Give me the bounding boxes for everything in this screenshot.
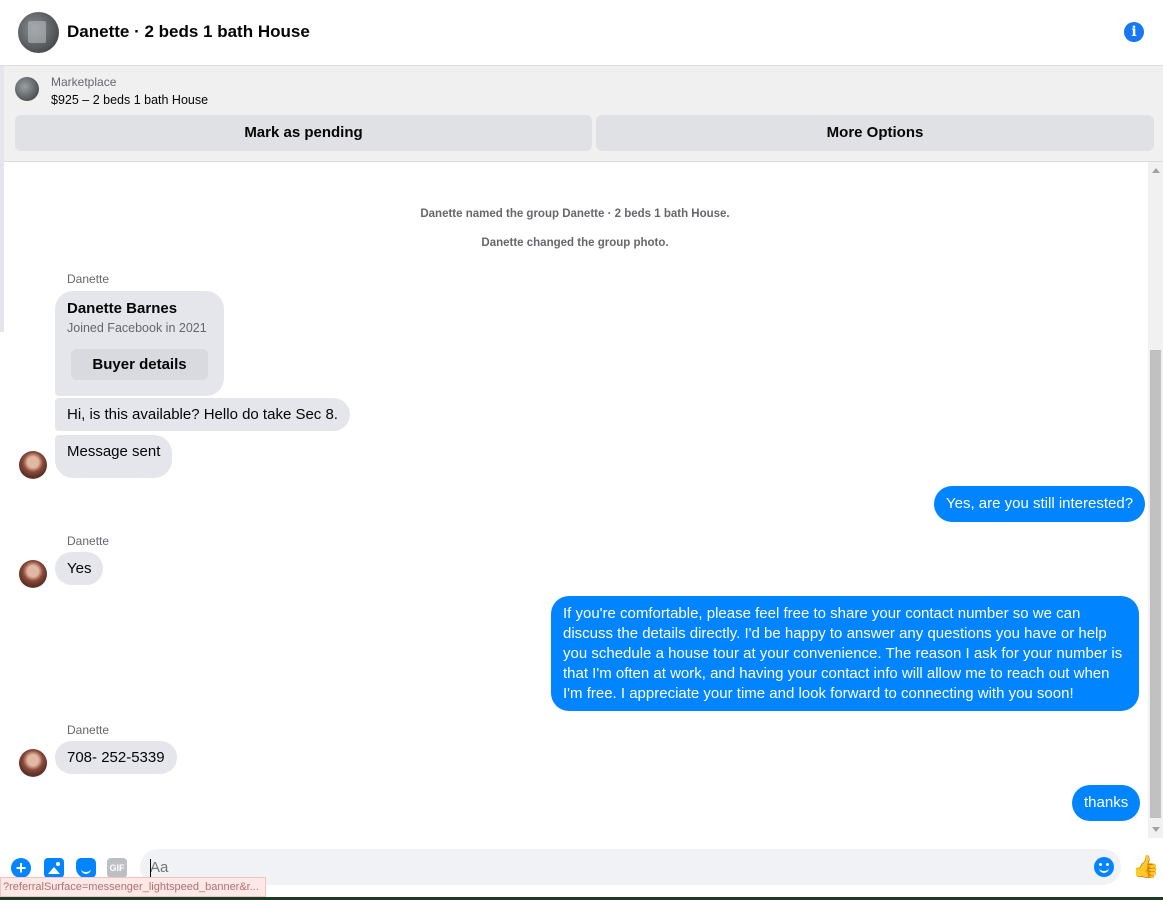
marketplace-banner: Marketplace $925 – 2 beds 1 bath House M… <box>4 66 1163 162</box>
listing-thumbnail[interactable] <box>15 77 39 101</box>
thumbs-up-icon[interactable]: 👍 <box>1132 855 1159 879</box>
sender-name: Danette <box>67 272 110 286</box>
marketplace-label: Marketplace <box>51 75 117 89</box>
incoming-message[interactable]: Message sent <box>55 435 173 478</box>
status-bar-url: ?referralSurface=messenger_lightspeed_ba… <box>0 877 266 897</box>
incoming-message[interactable]: Yes <box>55 552 104 585</box>
message-scrollbar[interactable] <box>1148 162 1163 838</box>
sender-avatar[interactable] <box>19 451 47 479</box>
sender-avatar[interactable] <box>19 749 47 777</box>
system-message: Danette named the group Danette · 2 beds… <box>420 208 730 220</box>
scrollbar-thumb[interactable] <box>1150 350 1161 818</box>
scroll-down-icon[interactable] <box>1152 827 1160 832</box>
outgoing-message[interactable]: Yes, are you still interested? <box>934 486 1146 522</box>
more-options-button[interactable]: More Options <box>596 115 1154 151</box>
text-caret <box>150 859 151 877</box>
outgoing-message[interactable]: If you're comfortable, please feel free … <box>551 596 1139 711</box>
buyer-profile-card: Danette Barnes Joined Facebook in 2021 B… <box>55 291 224 396</box>
group-avatar[interactable] <box>18 12 59 53</box>
message-input[interactable] <box>140 849 1121 885</box>
listing-title[interactable]: $925 – 2 beds 1 bath House <box>51 93 208 107</box>
buyer-details-button[interactable]: Buyer details <box>71 349 208 380</box>
plus-icon[interactable]: + <box>11 858 31 878</box>
gif-icon[interactable]: GIF <box>107 858 127 878</box>
conversation-title[interactable]: Danette · 2 beds 1 bath House <box>67 22 310 42</box>
emoji-icon[interactable] <box>1094 857 1114 877</box>
sender-name: Danette <box>67 723 110 737</box>
photo-icon[interactable] <box>44 858 64 878</box>
left-panel-edge <box>0 66 4 332</box>
system-message: Danette changed the group photo. <box>481 237 669 249</box>
scroll-up-icon[interactable] <box>1152 168 1160 173</box>
sticker-icon[interactable] <box>76 858 96 878</box>
buyer-joined-date: Joined Facebook in 2021 <box>67 321 207 335</box>
outgoing-message[interactable]: thanks <box>1072 785 1141 821</box>
info-icon[interactable]: i <box>1124 22 1144 42</box>
sender-avatar[interactable] <box>19 560 47 588</box>
mark-as-pending-button[interactable]: Mark as pending <box>15 115 592 151</box>
sender-name: Danette <box>67 534 110 548</box>
conversation-header: Danette · 2 beds 1 bath House i <box>0 0 1163 66</box>
buyer-name: Danette Barnes <box>67 300 178 317</box>
incoming-message[interactable]: 708- 252-5339 <box>55 741 177 774</box>
incoming-message[interactable]: Hi, is this available? Hello do take Sec… <box>55 398 350 431</box>
